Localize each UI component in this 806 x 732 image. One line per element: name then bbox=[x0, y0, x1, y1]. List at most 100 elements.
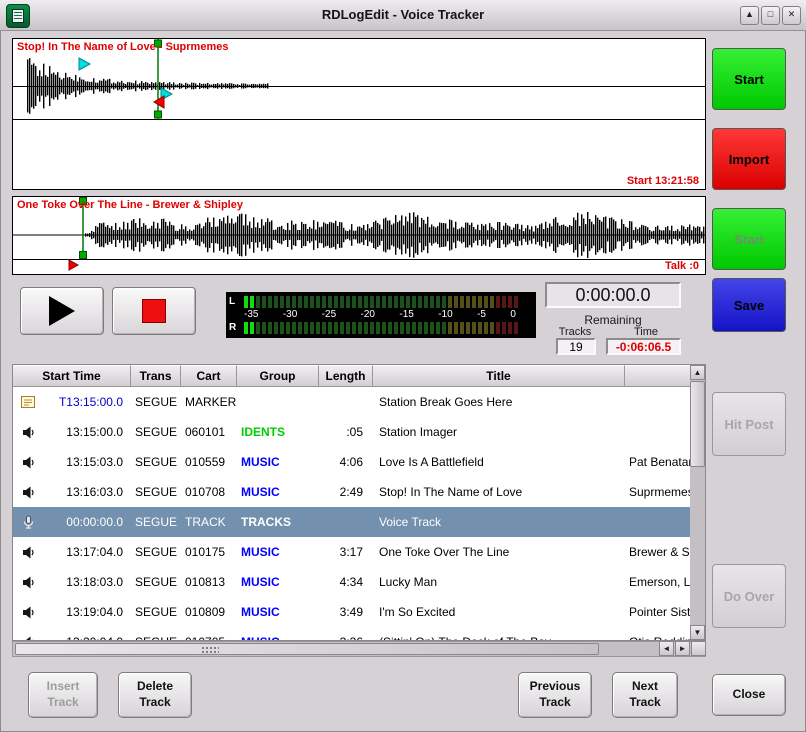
table-row[interactable]: 13:15:03.0SEGUE010559MUSIC4:06Love Is A … bbox=[13, 447, 690, 477]
length-cell: 4:34 bbox=[319, 575, 373, 589]
header-cell-title: Title bbox=[373, 365, 625, 387]
meter-scale-tick: -10 bbox=[438, 309, 452, 321]
vertical-scrollbar[interactable]: ▲ ▼ bbox=[690, 365, 705, 640]
segue-marker-icon[interactable] bbox=[79, 58, 90, 70]
delete-track-button[interactable]: Delete Track bbox=[118, 672, 192, 718]
meter-segment bbox=[250, 322, 254, 334]
meter-segment bbox=[310, 296, 314, 308]
meter-segment bbox=[448, 296, 452, 308]
meter-segment bbox=[274, 296, 278, 308]
horizontal-scrollbar[interactable]: ◄ ► bbox=[12, 641, 706, 657]
meter-segment bbox=[334, 296, 338, 308]
next-track-button[interactable]: Next Track bbox=[612, 672, 678, 718]
meter-segment bbox=[514, 322, 518, 334]
table-row[interactable]: 13:15:00.0SEGUE060101IDENTS:05Station Im… bbox=[13, 417, 690, 447]
length-cell: 2:49 bbox=[319, 485, 373, 499]
track1-panel: Stop! In The Name of Love - Suprmemes St… bbox=[12, 38, 706, 190]
title-cell: Lucky Man bbox=[373, 575, 625, 589]
meter-segment bbox=[370, 296, 374, 308]
table-row[interactable]: 13:20:04.0SEGUE010705MUSIC3:36(Sittin' O… bbox=[13, 627, 690, 640]
meter-segment bbox=[496, 296, 500, 308]
maximize-button[interactable]: □ bbox=[761, 6, 780, 25]
scroll-left-button[interactable]: ◄ bbox=[659, 641, 674, 656]
scroll-right-button[interactable]: ► bbox=[675, 641, 690, 656]
row-type-icon-cell bbox=[13, 455, 43, 470]
save-button[interactable]: Save bbox=[712, 278, 786, 332]
row-type-icon-cell bbox=[13, 515, 43, 530]
table-row[interactable]: 13:17:04.0SEGUE010175MUSIC3:17One Toke O… bbox=[13, 537, 690, 567]
meter-scale-tick: 0 bbox=[510, 309, 516, 321]
start-track2-button: Start bbox=[712, 208, 786, 270]
meter-right-label: R bbox=[229, 322, 241, 333]
cart-cell: MARKER bbox=[181, 395, 237, 409]
table-row[interactable]: T13:15:00.0SEGUEMARKERStation Break Goes… bbox=[13, 387, 690, 417]
log-table: Start TimeTransCartGroupLengthTitle T13:… bbox=[12, 364, 706, 641]
scroll-down-button[interactable]: ▼ bbox=[690, 625, 705, 640]
vscroll-thumb[interactable] bbox=[690, 381, 705, 467]
speaker-icon bbox=[21, 485, 36, 500]
meter-segment bbox=[412, 296, 416, 308]
meter-segment bbox=[472, 296, 476, 308]
remaining-label: Remaining bbox=[545, 313, 681, 327]
track1-marker-handle-icon[interactable] bbox=[155, 111, 162, 118]
cart-cell: 010809 bbox=[181, 605, 237, 619]
meter-scale: -35-30-25-20-15-10-50 bbox=[242, 309, 518, 321]
meter-segment bbox=[490, 322, 494, 334]
trans-cell: SEGUE bbox=[131, 545, 181, 559]
meter-segment bbox=[442, 296, 446, 308]
artist-cell: Brewer & Shipley bbox=[625, 545, 690, 559]
meter-segment bbox=[436, 296, 440, 308]
meter-segment bbox=[376, 322, 380, 334]
group-cell: MUSIC bbox=[237, 635, 319, 640]
table-row[interactable]: 13:19:04.0SEGUE010809MUSIC3:49I'm So Exc… bbox=[13, 597, 690, 627]
close-button[interactable]: Close bbox=[712, 674, 786, 716]
import-button[interactable]: Import bbox=[712, 128, 786, 190]
segue-marker-icon[interactable] bbox=[161, 88, 172, 100]
group-cell: MUSIC bbox=[237, 605, 319, 619]
start-track1-button[interactable]: Start bbox=[712, 48, 786, 110]
table-row[interactable]: 13:16:03.0SEGUE010708MUSIC2:49Stop! In T… bbox=[13, 477, 690, 507]
meter-segment bbox=[454, 296, 458, 308]
table-row[interactable]: 13:18:03.0SEGUE010813MUSIC4:34Lucky ManE… bbox=[13, 567, 690, 597]
meter-right-bar bbox=[244, 322, 520, 334]
start-time-cell: 13:19:04.0 bbox=[43, 605, 131, 619]
meter-segment bbox=[298, 296, 302, 308]
meter-segment bbox=[490, 296, 494, 308]
play-button[interactable] bbox=[20, 287, 104, 335]
tracks-remaining-value: 19 bbox=[556, 338, 596, 355]
start-time-cell: 00:00:00.0 bbox=[43, 515, 131, 529]
meter-segment bbox=[310, 322, 314, 334]
meter-segment bbox=[430, 322, 434, 334]
hscroll-thumb[interactable] bbox=[15, 643, 599, 655]
log-header: Start TimeTransCartGroupLengthTitle bbox=[13, 365, 690, 387]
title-cell: One Toke Over The Line bbox=[373, 545, 625, 559]
scroll-up-button[interactable]: ▲ bbox=[690, 365, 705, 380]
table-row[interactable]: 00:00:00.0SEGUETRACKTRACKSVoice Track bbox=[13, 507, 690, 537]
meter-segment bbox=[286, 296, 290, 308]
meter-segment bbox=[448, 322, 452, 334]
talk-marker-icon[interactable] bbox=[69, 260, 78, 270]
artist-cell: Otis Redding bbox=[625, 635, 690, 640]
meter-segment bbox=[244, 322, 248, 334]
trans-cell: SEGUE bbox=[131, 605, 181, 619]
meter-segment bbox=[340, 322, 344, 334]
meter-segment bbox=[478, 296, 482, 308]
meter-segment bbox=[256, 296, 260, 308]
meter-scale-tick: -5 bbox=[477, 309, 486, 321]
header-cell-group: Group bbox=[237, 365, 319, 387]
titlebar-close-button[interactable]: ✕ bbox=[782, 6, 801, 25]
row-type-icon-cell bbox=[13, 485, 43, 500]
previous-track-button[interactable]: Previous Track bbox=[518, 672, 592, 718]
stop-button[interactable] bbox=[112, 287, 196, 335]
meter-segment bbox=[364, 296, 368, 308]
group-cell: MUSIC bbox=[237, 485, 319, 499]
cart-cell: TRACK bbox=[181, 515, 237, 529]
start-time-cell: 13:16:03.0 bbox=[43, 485, 131, 499]
header-cell-cart: Cart bbox=[181, 365, 237, 387]
group-cell: MUSIC bbox=[237, 575, 319, 589]
shade-button[interactable]: ▲ bbox=[740, 6, 759, 25]
end-marker-icon[interactable] bbox=[154, 96, 164, 108]
meter-segment bbox=[340, 296, 344, 308]
resize-grip-icon[interactable] bbox=[201, 646, 219, 653]
track2-marker-handle-icon[interactable] bbox=[80, 252, 87, 259]
